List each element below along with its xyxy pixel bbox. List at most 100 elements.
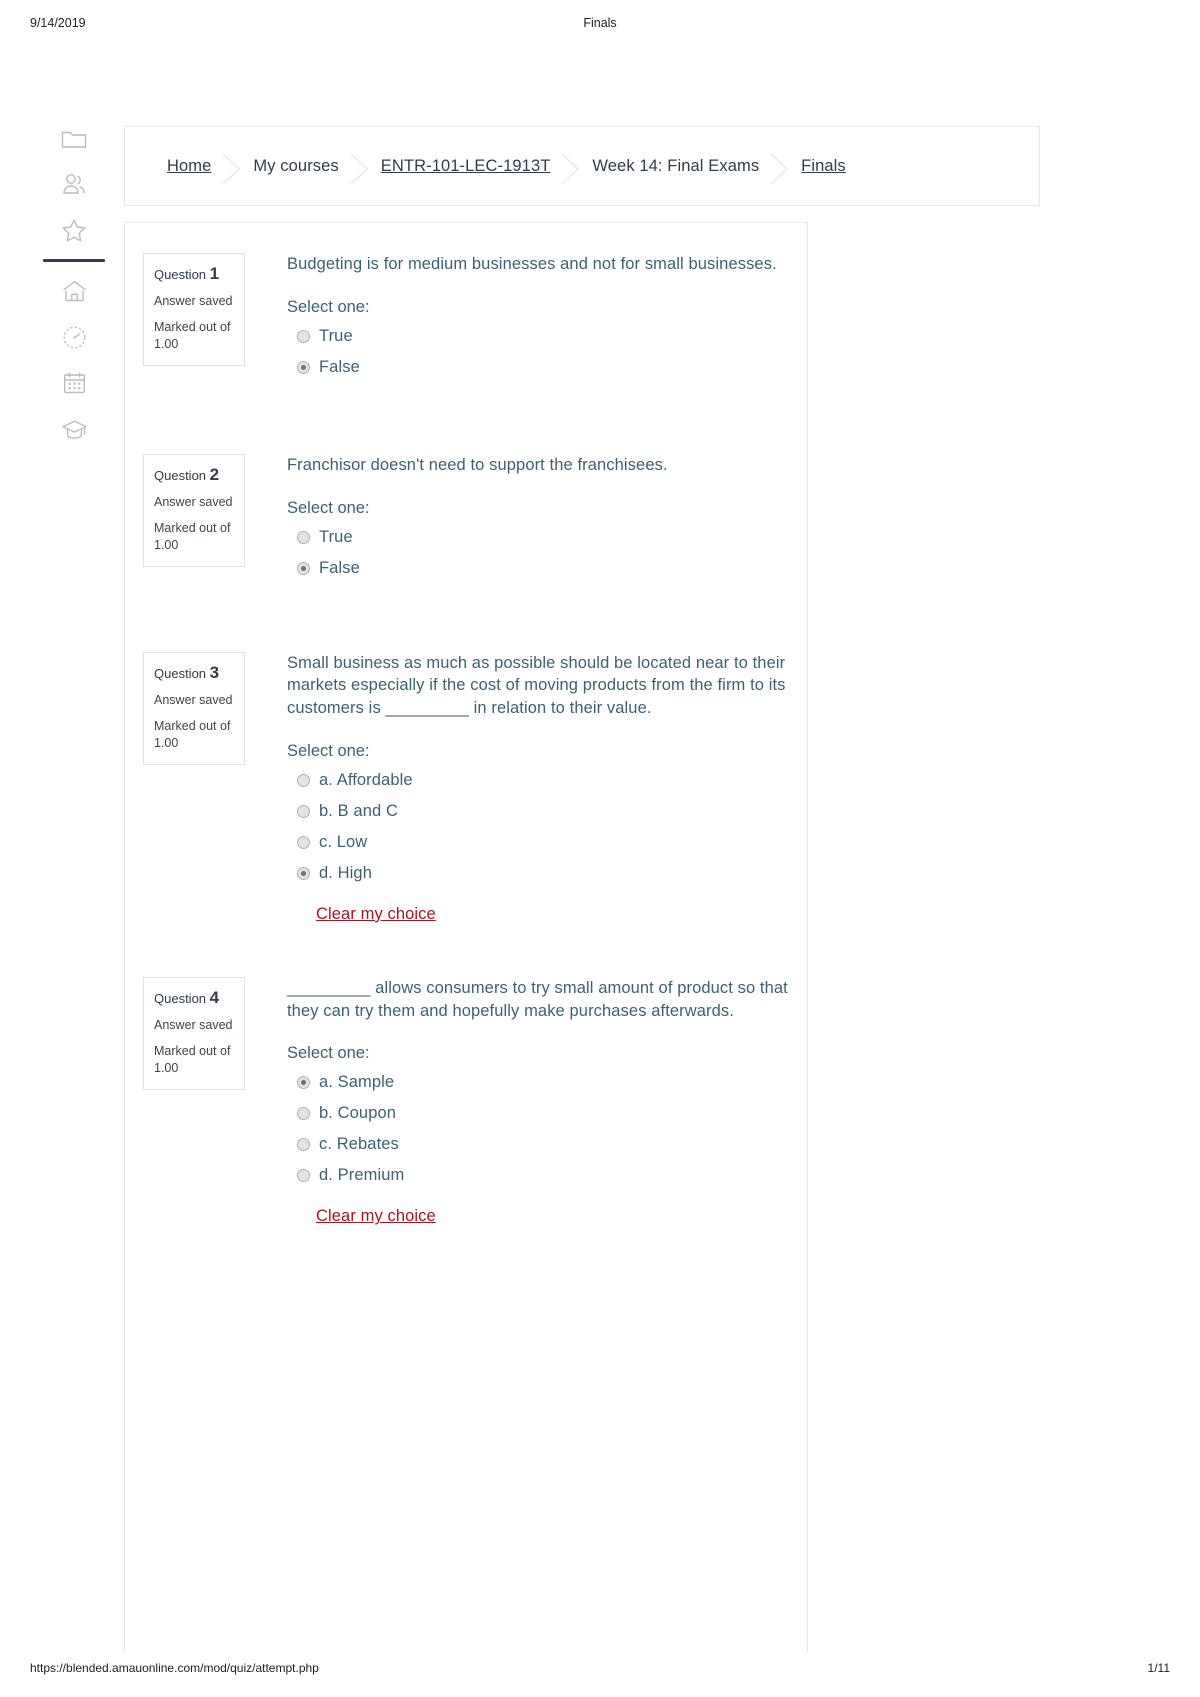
question-status: Answer saved xyxy=(154,294,233,309)
question-info-box: Question 1 Answer saved Marked out of 1.00 xyxy=(143,253,245,367)
answer-option-label: True xyxy=(319,527,353,546)
breadcrumb-item-3[interactable]: ENTR-101-LEC-1913T xyxy=(381,157,551,176)
breadcrumb-item-2: My courses xyxy=(253,156,339,175)
print-page-number: 1/11 xyxy=(1147,1661,1170,1675)
sidebar-item-dashboard[interactable] xyxy=(40,314,108,360)
sidebar-item-my-courses[interactable] xyxy=(40,406,108,452)
select-one-label: Select one: xyxy=(287,498,370,517)
question-body: Franchisor doesn't need to support the f… xyxy=(245,454,807,584)
breadcrumb-item-1[interactable]: Home xyxy=(167,157,211,176)
answer-option-label: c. Rebates xyxy=(319,1135,399,1154)
answer-options: a. Sample b. Coupon c. Rebates d. Premium xyxy=(287,1067,799,1191)
question-list: Question 1 Answer saved Marked out of 1.00… xyxy=(125,253,807,1226)
question-info-box: Question 2 Answer saved Marked out of 1.00 xyxy=(143,453,245,567)
question-block: Question 1 Answer saved Marked out of 1.00… xyxy=(125,253,807,383)
answer-option-label: True xyxy=(319,326,353,345)
select-one-label: Select one: xyxy=(287,741,370,760)
answer-option-label: d. High xyxy=(319,863,372,882)
radio-button-selected[interactable] xyxy=(297,1076,310,1090)
answer-option[interactable]: a. Affordable xyxy=(287,765,799,796)
answer-option[interactable]: False xyxy=(287,553,799,584)
answer-option-label: False xyxy=(319,357,360,376)
print-url: https://blended.amauonline.com/mod/quiz/… xyxy=(30,1661,319,1675)
question-status: Answer saved xyxy=(154,495,233,510)
users-icon xyxy=(61,172,87,196)
print-title: Finals xyxy=(583,16,617,30)
question-block: Question 2 Answer saved Marked out of 1.00… xyxy=(125,453,807,584)
question-status: Answer saved xyxy=(154,692,233,707)
answer-option[interactable]: d. Premium xyxy=(287,1160,799,1191)
breadcrumb-list: Home My courses ENTR-101-LEC-1913T Week 14:… xyxy=(125,149,846,185)
sidebar-item-files[interactable] xyxy=(40,115,108,161)
sidebar-item-favorites[interactable] xyxy=(40,207,108,253)
answer-options: a. Affordable b. B and C c. Low d. High xyxy=(287,765,799,889)
sidebar-rail xyxy=(40,115,108,452)
clear-my-choice-link[interactable]: Clear my choice xyxy=(316,905,436,924)
answer-option-label: d. Premium xyxy=(319,1166,405,1185)
sidebar-divider xyxy=(43,259,105,262)
radio-button[interactable] xyxy=(297,773,310,787)
answer-options: True False xyxy=(287,522,799,584)
question-body: Budgeting is for medium businesses and n… xyxy=(245,253,807,383)
question-number-row: Question 2 xyxy=(154,465,234,485)
answer-option[interactable]: c. Rebates xyxy=(287,1129,799,1160)
radio-button-selected[interactable] xyxy=(297,561,310,575)
answer-option-label: a. Affordable xyxy=(319,770,413,789)
question-status: Answer saved xyxy=(154,1018,233,1033)
question-number-row: Question 1 xyxy=(154,264,234,284)
question-number: 4 xyxy=(209,987,220,1007)
print-footer: https://blended.amauonline.com/mod/quiz/… xyxy=(0,1661,1200,1679)
radio-button[interactable] xyxy=(297,530,310,544)
radio-button[interactable] xyxy=(297,1169,310,1183)
breadcrumb-item-4: Week 14: Final Exams xyxy=(592,156,760,175)
radio-button[interactable] xyxy=(297,1107,310,1121)
calendar-icon xyxy=(62,371,87,395)
question-marked-out-of: Marked out of 1.00 xyxy=(154,1044,231,1075)
answer-option[interactable]: c. Low xyxy=(287,827,799,858)
radio-button[interactable] xyxy=(297,835,310,849)
print-header: 9/14/2019 Finals xyxy=(0,16,1200,36)
sidebar-item-calendar[interactable] xyxy=(40,360,108,406)
select-one-label: Select one: xyxy=(287,297,370,316)
folder-icon xyxy=(61,127,87,149)
answer-option[interactable]: True xyxy=(287,321,799,352)
question-label: Question xyxy=(154,467,210,483)
answer-option-label: b. B and C xyxy=(319,801,398,820)
radio-button[interactable] xyxy=(297,1138,310,1152)
answer-option[interactable]: d. High xyxy=(287,858,799,889)
sidebar-item-home[interactable] xyxy=(40,268,108,314)
answer-option-label: c. Low xyxy=(319,832,368,851)
radio-button[interactable] xyxy=(297,329,310,343)
radio-button-selected[interactable] xyxy=(297,360,310,374)
question-label: Question xyxy=(154,665,210,681)
breadcrumb-separator-icon xyxy=(556,149,586,185)
question-number-row: Question 3 xyxy=(154,663,234,683)
question-number: 1 xyxy=(209,264,220,283)
question-label: Question xyxy=(154,990,210,1006)
answer-option-label: False xyxy=(319,558,360,577)
question-number: 3 xyxy=(209,662,220,682)
answer-options: True False xyxy=(287,321,799,383)
dashboard-icon xyxy=(62,325,87,350)
breadcrumb-separator-icon xyxy=(217,149,247,185)
answer-option[interactable]: True xyxy=(287,522,799,553)
radio-button-selected[interactable] xyxy=(297,866,310,880)
question-block: Question 3 Answer saved Marked out of 1.00… xyxy=(125,651,807,924)
answer-option[interactable]: b. B and C xyxy=(287,796,799,827)
breadcrumb: Home My courses ENTR-101-LEC-1913T Week 14:… xyxy=(124,126,1040,206)
sidebar-item-participants[interactable] xyxy=(40,161,108,207)
answer-option[interactable]: a. Sample xyxy=(287,1067,799,1098)
radio-button[interactable] xyxy=(297,804,310,818)
breadcrumb-separator-icon xyxy=(765,149,795,185)
question-text: _________ allows consumers to try small … xyxy=(287,978,788,1020)
question-number-row: Question 4 xyxy=(154,988,234,1008)
question-number: 2 xyxy=(209,464,220,484)
breadcrumb-item-5[interactable]: Finals xyxy=(801,157,846,176)
star-icon xyxy=(61,218,87,243)
answer-option[interactable]: False xyxy=(287,352,799,383)
question-info-box: Question 4 Answer saved Marked out of 1.00 xyxy=(143,976,245,1090)
answer-option[interactable]: b. Coupon xyxy=(287,1098,799,1129)
breadcrumb-separator-icon xyxy=(345,149,375,185)
clear-my-choice-link[interactable]: Clear my choice xyxy=(316,1207,436,1226)
question-body: Small business as much as possible shoul… xyxy=(245,652,807,924)
